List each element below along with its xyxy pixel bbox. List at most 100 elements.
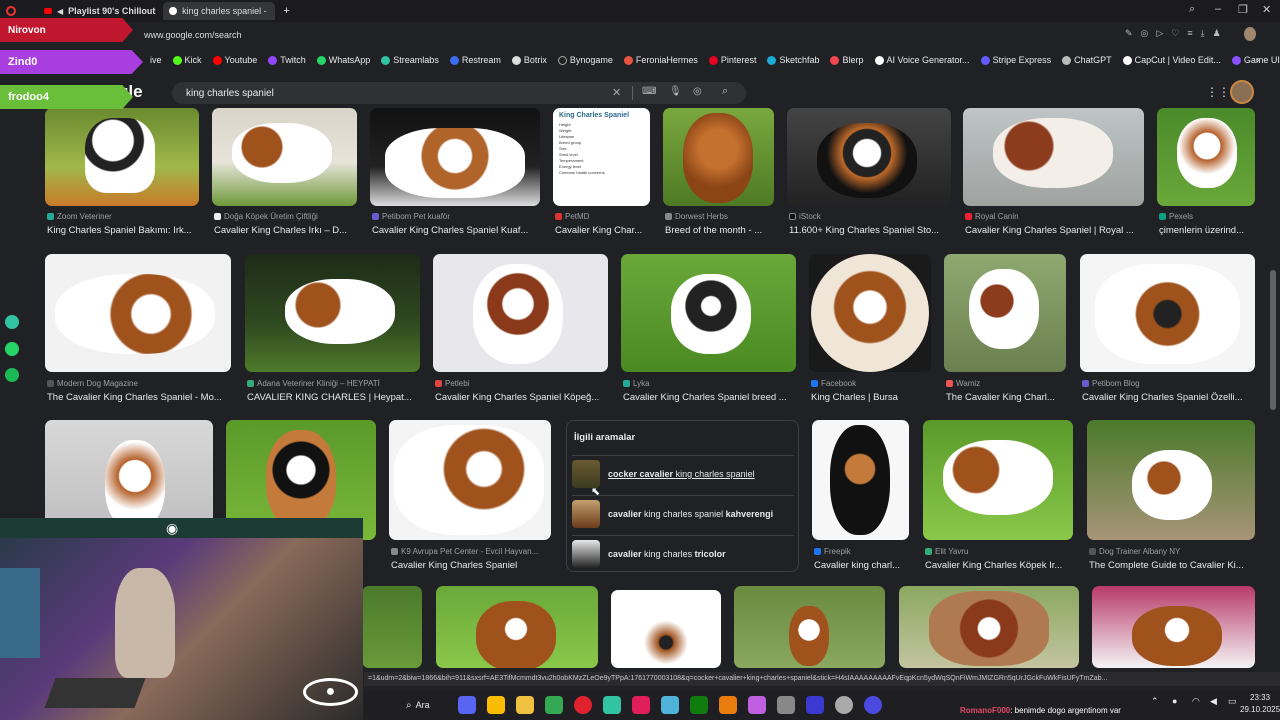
result-thumbnail[interactable]: [812, 420, 909, 540]
vegas-icon[interactable]: [805, 696, 824, 714]
bookmark-restream[interactable]: Restream: [449, 55, 501, 65]
page-url[interactable]: www.google.com/search: [144, 30, 242, 40]
tab-google[interactable]: king charles spaniel - Goo: [163, 2, 276, 20]
mic-icon[interactable]: ●: [1172, 696, 1177, 706]
result-title[interactable]: Cavalier King Charles Spaniel | Royal ..…: [965, 225, 1146, 236]
app-icon[interactable]: [660, 696, 679, 714]
result-title[interactable]: King Charles Spaniel Bakımı: Irk...: [47, 225, 201, 236]
result-thumbnail[interactable]: [45, 108, 199, 206]
result-thumbnail[interactable]: [45, 254, 231, 372]
lens-icon[interactable]: ◎: [693, 86, 702, 97]
result-thumbnail[interactable]: [436, 586, 598, 668]
image-result-card[interactable]: Lyka: [621, 254, 796, 388]
image-result-card[interactable]: Elit Yavru Cavalier King Charles Köpek I…: [923, 420, 1073, 572]
more-bookmarks-icon[interactable]: ›: [1256, 55, 1259, 66]
image-result-card[interactable]: iStock 11.600+ King Charles Spaniel Sto.…: [787, 108, 951, 238]
avatar[interactable]: [1230, 80, 1254, 104]
chrome-icon[interactable]: [544, 696, 563, 714]
result-thumbnail[interactable]: [787, 108, 951, 206]
result-thumbnail[interactable]: [809, 254, 931, 372]
obs-icon[interactable]: [863, 696, 882, 714]
bookmark-stripe[interactable]: Stripe Express: [980, 55, 1051, 65]
result-thumbnail[interactable]: [1080, 254, 1255, 372]
mic-icon[interactable]: 🎙︎: [669, 86, 682, 97]
result-thumbnail[interactable]: [923, 420, 1073, 540]
image-result-card[interactable]: King Charles Spaniel Height Weight Lifes…: [553, 108, 650, 238]
result-title[interactable]: Cavalier King Charles Spaniel Özelli...: [1082, 392, 1255, 403]
folder-icon[interactable]: [515, 696, 534, 714]
wifi-icon[interactable]: ◠: [1192, 696, 1200, 707]
apps-icon[interactable]: ⋮⋮: [1206, 85, 1230, 99]
result-title[interactable]: çimenlerin üzerind...: [1159, 225, 1257, 236]
image-result-card[interactable]: K9 Avrupa Pet Center - Evcil Hayvan... C…: [389, 420, 551, 572]
related-item[interactable]: cavalier king charles spaniel kahverengi: [572, 495, 794, 531]
result-thumbnail[interactable]: [370, 108, 540, 206]
unity-icon[interactable]: [776, 696, 795, 714]
clock-time[interactable]: 23:33: [1250, 693, 1270, 702]
new-tab-button[interactable]: +: [283, 5, 289, 17]
image-result-card[interactable]: Dorwest Herbs Breed of the month - ...: [663, 108, 774, 238]
related-item[interactable]: cocker cavalier king charles spaniel: [572, 455, 794, 491]
result-thumbnail[interactable]: [734, 586, 885, 668]
tab-playlist[interactable]: ◀ Playlist 90's Chillout: [38, 2, 161, 20]
result-thumbnail[interactable]: [944, 254, 1066, 372]
result-title[interactable]: Cavalier King Char...: [555, 225, 652, 236]
image-result-card[interactable]: Royal Canin Cavalier King Charles Spanie…: [963, 108, 1144, 238]
avatar[interactable]: [1244, 27, 1256, 41]
bookmark-feroniahermes[interactable]: FeroniaHermes: [623, 55, 698, 65]
result-title[interactable]: Breed of the month - ...: [665, 225, 776, 236]
result-title[interactable]: Cavalier King Charles Köpek Ir...: [925, 560, 1075, 571]
search-tabs-icon[interactable]: ⌕: [1189, 3, 1195, 17]
image-result-card[interactable]: Petlebi: [433, 254, 608, 388]
bookmark-kick[interactable]: Kick: [172, 55, 202, 65]
result-title[interactable]: The Complete Guide to Cavalier Ki...: [1089, 560, 1257, 571]
volume-icon[interactable]: ◀: [1210, 696, 1217, 707]
search-icon[interactable]: ⌕: [406, 700, 412, 711]
result-thumbnail[interactable]: [663, 108, 774, 206]
result-title[interactable]: The Cavalier King Charl...: [946, 392, 1066, 403]
blender-icon[interactable]: [718, 696, 737, 714]
bookmark-botrix[interactable]: Botrix: [511, 55, 547, 65]
result-title[interactable]: The Cavalier King Charles Spaniel - Mo..…: [47, 392, 231, 403]
keyboard-icon[interactable]: ⌨: [642, 86, 656, 97]
opera-logo-icon[interactable]: [6, 6, 16, 16]
result-thumbnail[interactable]: [245, 254, 420, 372]
bookmark-blerp[interactable]: Blerp: [830, 55, 864, 65]
result-thumbnail[interactable]: [362, 586, 422, 668]
streamlabs-icon[interactable]: [5, 315, 19, 329]
result-title[interactable]: Cavalier King Charles Spaniel breed ...: [623, 392, 796, 403]
bookmark-sketchfab[interactable]: Sketchfab: [767, 55, 819, 65]
bookmark-chatgpt[interactable]: ChatGPT: [1062, 55, 1112, 65]
image-result-card[interactable]: Dog Trainer Albany NY The Complete Guide…: [1087, 420, 1255, 572]
chrome-icon[interactable]: [486, 696, 505, 714]
close-window-icon[interactable]: ✕: [1262, 3, 1271, 17]
bookmark-pinterest[interactable]: Pinterest: [708, 55, 756, 65]
image-result-card[interactable]: Pexels çimenlerin üzerind...: [1157, 108, 1255, 238]
image-result-card[interactable]: Petibom Blog: [1080, 254, 1255, 388]
opera-icon[interactable]: [573, 696, 592, 714]
result-title[interactable]: Cavalier king charl...: [814, 560, 911, 571]
result-thumbnail[interactable]: [899, 586, 1079, 668]
bookmark-twitch[interactable]: Twitch: [268, 55, 306, 65]
taskbar-search-label[interactable]: Ara: [416, 700, 430, 710]
image-result-card[interactable]: Zoom Veteriner King Charles Spaniel Bakı…: [45, 108, 199, 238]
bookmark-bynogame[interactable]: Bynogame: [557, 55, 613, 65]
maximize-icon[interactable]: ❐: [1238, 3, 1248, 17]
streamlabs-icon[interactable]: [602, 696, 621, 714]
result-thumbnail[interactable]: King Charles Spaniel Height Weight Lifes…: [553, 108, 650, 206]
minimize-icon[interactable]: –: [1215, 3, 1221, 17]
spotify-icon[interactable]: [5, 368, 19, 382]
bookmark-streamlabs[interactable]: Streamlabs: [381, 55, 439, 65]
bookmark-youtube[interactable]: Youtube: [212, 55, 257, 65]
result-thumbnail[interactable]: [621, 254, 796, 372]
result-thumbnail[interactable]: [1092, 586, 1255, 668]
image-result-card[interactable]: Modern Dog Magazine: [45, 254, 231, 388]
result-thumbnail[interactable]: [963, 108, 1144, 206]
battery-icon[interactable]: ▭: [1228, 696, 1237, 707]
result-title[interactable]: King Charles | Bursa: [811, 392, 931, 403]
app-icon[interactable]: [747, 696, 766, 714]
result-thumbnail[interactable]: [389, 420, 551, 540]
result-title[interactable]: Cavalier King Charles Spaniel: [391, 560, 553, 571]
result-thumbnail[interactable]: [212, 108, 357, 206]
bookmark-whatsapp[interactable]: WhatsApp: [316, 55, 370, 65]
